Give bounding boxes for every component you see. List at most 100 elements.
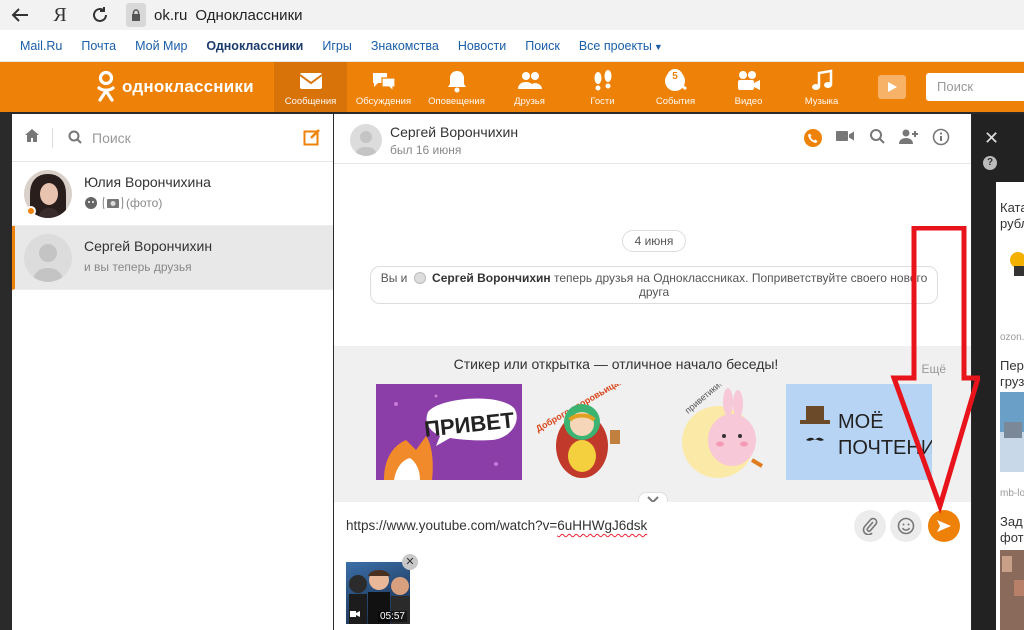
system-message-suffix: теперь друзья на Одноклассниках. Поприве… <box>554 271 928 299</box>
mini-avatar <box>413 272 426 284</box>
events-badge: 5 <box>667 69 683 85</box>
chat-preview: (фото) <box>84 196 162 210</box>
chat-search-input[interactable]: Поиск <box>92 130 131 146</box>
ad-title[interactable]: Пере <box>1000 358 1024 374</box>
attach-button[interactable] <box>854 510 886 542</box>
ad-source: mb-lo <box>1000 488 1024 499</box>
nav-video[interactable]: Видео <box>712 62 785 112</box>
url-host: ok.ru <box>154 6 188 24</box>
add-user-icon[interactable] <box>893 128 925 148</box>
video-camera-icon <box>737 71 760 90</box>
ok-top-nav: Сообщения Обсуждения Оповещения Друзья Г… <box>274 62 858 112</box>
portal-link-mailru[interactable]: Mail.Ru <box>20 39 62 53</box>
portal-link-ok[interactable]: Одноклассники <box>206 39 303 53</box>
envelope-icon <box>298 73 323 89</box>
phone-call-icon[interactable] <box>797 128 829 148</box>
portal-link-mail[interactable]: Почта <box>81 39 116 53</box>
play-icon[interactable] <box>878 75 906 99</box>
nav-label: Гости <box>590 96 615 107</box>
nav-events[interactable]: 5 События <box>639 62 712 112</box>
nav-music[interactable]: Музыка <box>785 62 858 112</box>
back-arrow-icon[interactable] <box>0 0 40 30</box>
sticker-title: Стикер или открытка — отличное начало бе… <box>453 356 779 372</box>
portal-link-games[interactable]: Игры <box>322 39 351 53</box>
ad-title[interactable]: фот <box>1000 530 1024 546</box>
lock-icon <box>126 3 146 27</box>
yandex-button[interactable]: Я <box>40 0 80 30</box>
caret-down-icon: ▼ <box>653 41 663 52</box>
ok-logo-text: одноклассники <box>122 77 254 96</box>
reload-icon[interactable] <box>80 0 120 30</box>
chat-name: Сергей Ворончихин <box>84 238 213 254</box>
bell-icon <box>447 71 466 93</box>
nav-notifications[interactable]: Оповещения <box>420 62 493 112</box>
ad-title[interactable]: груз <box>1000 374 1024 390</box>
message-input[interactable]: https://www.youtube.com/watch?v=6uHHWgJ6… <box>346 518 647 533</box>
conversation-actions <box>797 128 957 148</box>
ad-title[interactable]: Зад <box>1000 514 1023 530</box>
portal-link-myworld[interactable]: Мой Мир <box>135 39 187 53</box>
emoji-button[interactable] <box>890 510 922 542</box>
nav-label: Видео <box>734 96 763 107</box>
chat-preview-text: (фото) <box>126 196 163 210</box>
ad-image[interactable] <box>1000 392 1024 472</box>
chat-list-item-selected[interactable]: Сергей Ворончихин и вы теперь друзья <box>12 226 333 290</box>
message-text: https://www.youtube.com/watch?v= <box>346 518 558 533</box>
system-message-name[interactable]: Сергей Ворончихин <box>432 271 551 285</box>
sticker-card-matryoshka[interactable]: Доброго здоровьица! <box>522 384 668 480</box>
chat-list-panel: Поиск Юлия Ворончихина (фото) Сергей Вор… <box>12 114 333 630</box>
sticker-icon <box>85 197 97 209</box>
chat-preview-text: и вы теперь друзья <box>84 260 192 274</box>
smiley-icon <box>897 517 915 535</box>
contact-status: был 16 июня <box>390 143 462 157</box>
video-duration: 05:57 <box>377 611 407 622</box>
portal-link-search[interactable]: Поиск <box>525 39 560 53</box>
send-arrow-icon <box>937 520 951 532</box>
avatar <box>24 234 72 282</box>
home-icon[interactable] <box>24 128 40 147</box>
sticker-text: ПОЧТЕНИЕ <box>838 437 932 459</box>
info-icon[interactable] <box>925 128 957 148</box>
remove-attachment-close-icon[interactable]: ✕ <box>402 554 418 570</box>
friends-icon <box>517 72 542 89</box>
top-search-input[interactable]: Поиск <box>926 73 1024 101</box>
ad-image[interactable] <box>1000 236 1024 300</box>
send-button[interactable] <box>928 510 960 542</box>
system-message-prefix: Вы и <box>380 271 408 285</box>
help-icon[interactable]: ? <box>983 156 997 170</box>
chat-name: Юлия Ворончихина <box>84 174 211 190</box>
nav-friends[interactable]: Друзья <box>493 62 566 112</box>
nav-messages[interactable]: Сообщения <box>274 62 347 112</box>
online-indicator <box>26 206 36 216</box>
ad-source: ozon. <box>1000 332 1024 343</box>
contact-name[interactable]: Сергей Ворончихин <box>390 124 518 140</box>
sticker-card-bunny[interactable]: приветики! <box>656 384 802 480</box>
video-attachment-thumbnail[interactable]: 05:57 <box>346 562 410 624</box>
page-title: Одноклассники <box>195 6 303 24</box>
nav-discussions[interactable]: Обсуждения <box>347 62 420 112</box>
address-bar[interactable]: ok.ru Одноклассники <box>120 0 303 30</box>
message-text-misspelled: 6uHHWgJ6dsk <box>557 518 648 533</box>
portal-link-dating[interactable]: Знакомства <box>371 39 439 53</box>
compose-icon[interactable] <box>303 128 321 149</box>
nav-label: События <box>655 96 696 107</box>
video-call-icon[interactable] <box>829 128 861 148</box>
nav-guests[interactable]: Гости <box>566 62 639 112</box>
ad-title[interactable]: рубл <box>1000 216 1024 232</box>
paperclip-icon <box>862 517 878 535</box>
ok-logo[interactable]: одноклассники <box>96 70 254 104</box>
avatar[interactable] <box>350 124 382 156</box>
sticker-card-pochtenie[interactable]: МОЁ ПОЧТЕНИЕ <box>786 384 932 480</box>
system-message: Вы и Сергей Ворончихин теперь друзья на … <box>370 266 938 304</box>
all-projects-label: Все проекты <box>578 38 652 53</box>
search-icon[interactable] <box>861 128 893 148</box>
portal-link-all-projects[interactable]: Все проекты ▼ <box>579 39 663 53</box>
ad-image[interactable] <box>1000 550 1024 630</box>
close-icon[interactable]: ✕ <box>984 128 999 149</box>
conversation-header: Сергей Ворончихин был 16 июня <box>334 114 971 164</box>
chat-list-item[interactable]: Юлия Ворончихина (фото) <box>12 162 333 226</box>
sticker-card-privet[interactable]: ПРИВЕТ <box>376 384 522 480</box>
portal-link-news[interactable]: Новости <box>458 39 506 53</box>
sticker-more-link[interactable]: Ещё <box>921 362 946 376</box>
ad-title[interactable]: Ката <box>1000 200 1024 216</box>
